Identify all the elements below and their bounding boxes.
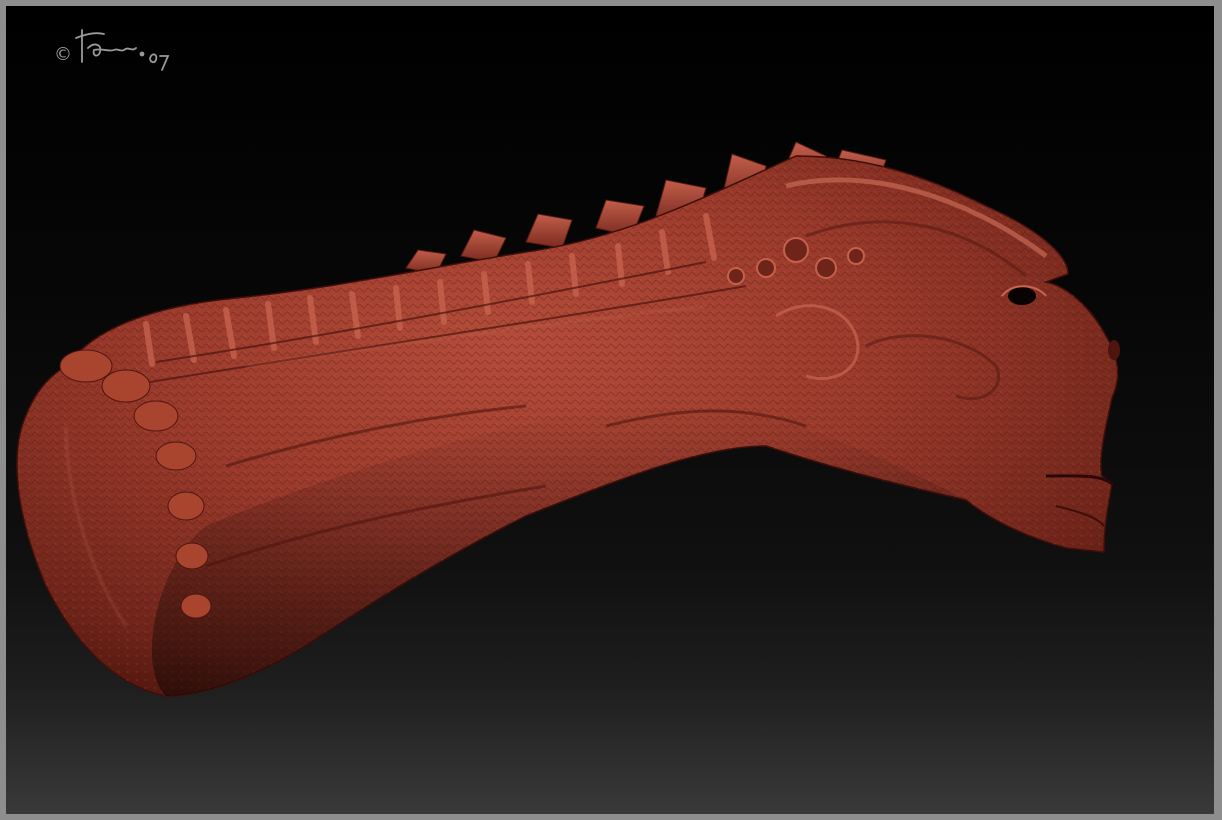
artist-signature: © <box>54 29 170 71</box>
dragon-sculpt-render <box>16 141 1120 697</box>
signature-handwriting <box>75 29 170 71</box>
copyright-symbol: © <box>54 44 72 65</box>
viewport-frame: © <box>0 0 1222 820</box>
